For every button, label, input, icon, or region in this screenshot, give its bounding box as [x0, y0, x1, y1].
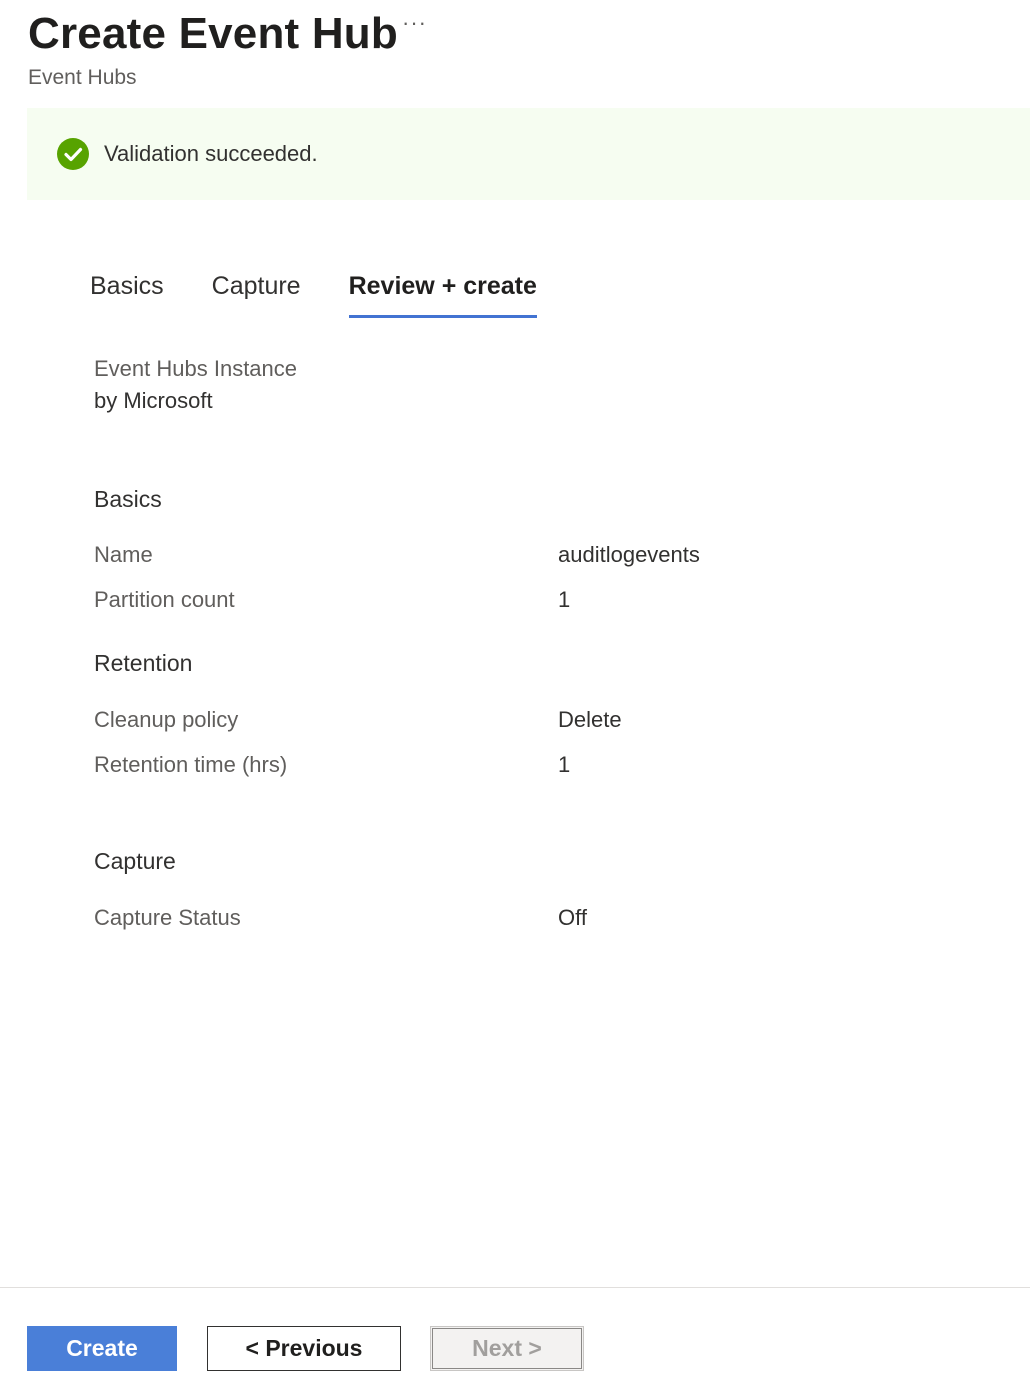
product-info: Event Hubs Instance by Microsoft	[94, 354, 297, 418]
page-subtitle: Event Hubs	[28, 66, 137, 89]
row-value: auditlogevents	[558, 542, 700, 567]
tab-capture[interactable]: Capture	[212, 272, 301, 318]
row-label: Name	[94, 542, 153, 567]
row-value: 1	[558, 752, 571, 777]
success-check-icon	[57, 138, 89, 170]
tab-basics[interactable]: Basics	[90, 272, 164, 318]
row-label: Retention time (hrs)	[94, 752, 288, 777]
section-title-retention: Retention	[94, 650, 193, 676]
row-label: Cleanup policy	[94, 707, 239, 732]
footer-divider	[0, 1287, 1030, 1288]
more-options-icon[interactable]: ···	[402, 10, 427, 36]
create-button[interactable]: Create	[27, 1326, 177, 1371]
validation-message: Validation succeeded.	[104, 141, 318, 166]
row-label: Partition count	[94, 587, 235, 612]
page-title: Create Event Hub	[28, 9, 398, 58]
section-title-capture: Capture	[94, 848, 176, 874]
row-label: Capture Status	[94, 905, 241, 930]
next-button[interactable]: Next >	[430, 1326, 584, 1371]
row-value: Off	[558, 905, 587, 930]
tab-review-create[interactable]: Review + create	[348, 272, 537, 318]
product-publisher: by Microsoft	[94, 388, 213, 413]
row-value: 1	[558, 587, 571, 612]
page-header: Create Event Hub Event Hubs	[28, 8, 398, 90]
section-title-basics: Basics	[94, 486, 162, 512]
previous-button[interactable]: < Previous	[207, 1326, 401, 1371]
row-value: Delete	[558, 707, 622, 732]
wizard-tabs: Basics Capture Review + create	[90, 272, 537, 318]
product-name: Event Hubs Instance	[94, 356, 298, 381]
validation-banner: Validation succeeded.	[27, 108, 1030, 200]
